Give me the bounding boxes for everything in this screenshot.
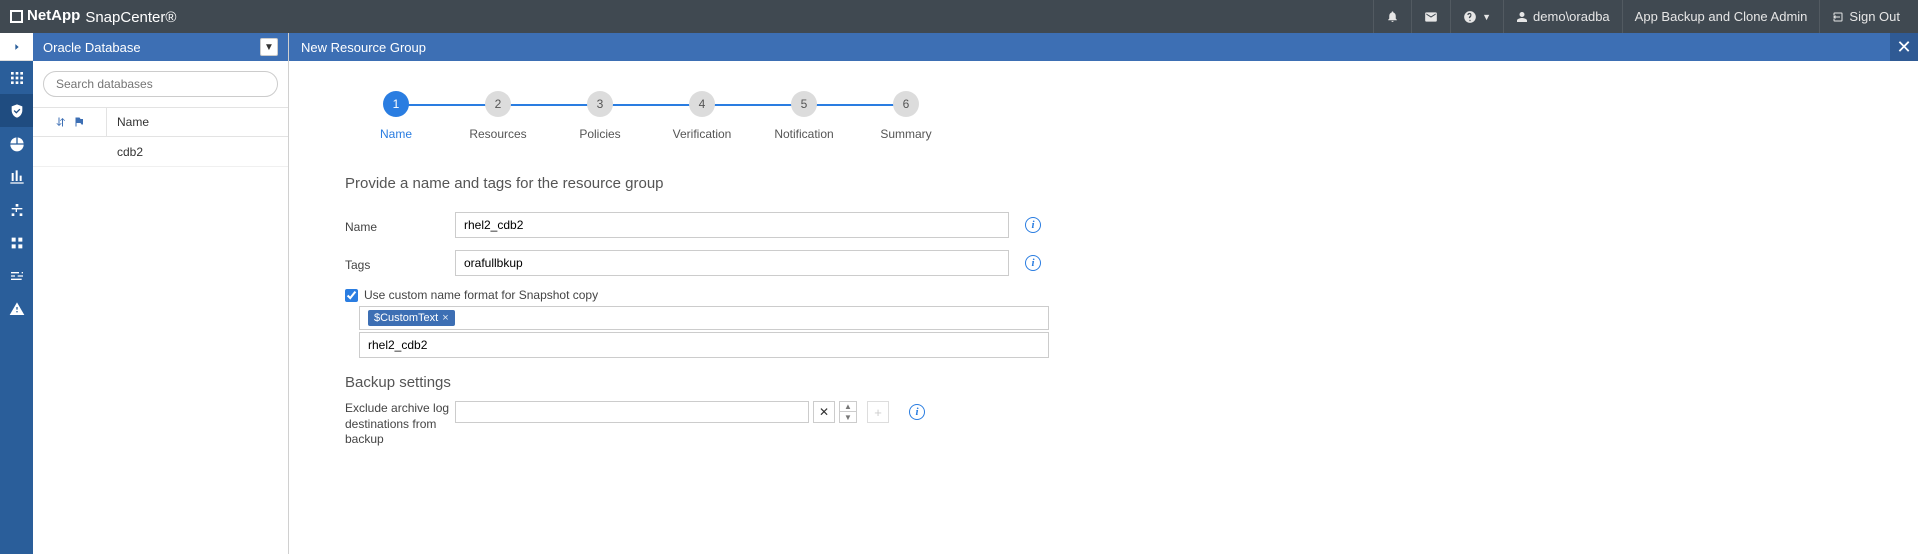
- hierarchy-icon: [9, 202, 25, 218]
- main-title: New Resource Group: [301, 40, 426, 55]
- custom-tag-box[interactable]: $CustomText ×: [359, 306, 1049, 330]
- custom-tag-chip[interactable]: $CustomText ×: [368, 310, 455, 326]
- custom-format-label: Use custom name format for Snapshot copy: [364, 288, 598, 302]
- main-header: New Resource Group ✕: [289, 33, 1918, 61]
- nav-alerts[interactable]: [0, 292, 33, 325]
- form-heading: Provide a name and tags for the resource…: [345, 175, 1862, 192]
- name-label: Name: [345, 216, 455, 234]
- step-policies[interactable]: 3Policies: [549, 91, 651, 141]
- storage-icon: [9, 235, 25, 251]
- search-input[interactable]: [43, 71, 278, 97]
- step-notification[interactable]: 5Notification: [753, 91, 855, 141]
- brand: NetApp SnapCenter®: [6, 7, 176, 26]
- grid-icon: [9, 70, 25, 86]
- custom-name-input[interactable]: [359, 332, 1049, 358]
- pie-icon: [9, 136, 25, 152]
- search-wrap: [33, 61, 288, 107]
- remove-tag-icon[interactable]: ×: [442, 312, 448, 324]
- help-button[interactable]: ▼: [1450, 0, 1503, 33]
- tags-label: Tags: [345, 254, 455, 272]
- nav-hosts[interactable]: [0, 193, 33, 226]
- nav-monitor[interactable]: [0, 127, 33, 160]
- tags-info-icon[interactable]: i: [1025, 255, 1041, 271]
- custom-format-checkbox[interactable]: [345, 289, 358, 302]
- resource-panel-header: Oracle Database ▼: [33, 33, 288, 61]
- user-icon: [1516, 11, 1528, 23]
- bell-icon: [1386, 10, 1399, 23]
- nav-settings[interactable]: [0, 259, 33, 292]
- chevron-down-icon: ▼: [1482, 12, 1491, 22]
- resource-scope: Oracle Database: [43, 40, 141, 55]
- user-button[interactable]: demo\oradba: [1503, 0, 1622, 33]
- role-label[interactable]: App Backup and Clone Admin: [1622, 0, 1820, 33]
- signout-icon: [1832, 11, 1844, 23]
- nav-toggle[interactable]: [0, 33, 33, 61]
- stepper-down-icon[interactable]: ▼: [840, 412, 856, 422]
- nav-reports[interactable]: [0, 160, 33, 193]
- nav-dashboard[interactable]: [0, 61, 33, 94]
- resource-name: cdb2: [107, 145, 288, 159]
- nav-rail: [0, 33, 33, 554]
- alert-icon: [9, 301, 25, 317]
- resource-grid-header: Name: [33, 107, 288, 137]
- sort-controls[interactable]: [33, 108, 107, 136]
- nav-storage[interactable]: [0, 226, 33, 259]
- flag-icon: [73, 116, 85, 128]
- chevron-right-icon: [12, 42, 22, 52]
- wizard-steps: 1Name 2Resources 3Policies 4Verification…: [345, 91, 1862, 141]
- resource-row[interactable]: cdb2: [33, 137, 288, 167]
- main-area: New Resource Group ✕ 1Name 2Resources 3P…: [289, 33, 1918, 554]
- help-icon: [1463, 10, 1477, 24]
- step-summary[interactable]: 6Summary: [855, 91, 957, 141]
- top-bar: NetApp SnapCenter® ▼ demo\oradba App Bac…: [0, 0, 1918, 33]
- name-info-icon[interactable]: i: [1025, 217, 1041, 233]
- scope-dropdown[interactable]: ▼: [260, 38, 278, 56]
- tags-input[interactable]: [455, 250, 1009, 276]
- exclude-clear-button[interactable]: ✕: [813, 401, 835, 423]
- bars-icon: [9, 169, 25, 185]
- netapp-logo-icon: [10, 10, 23, 23]
- exclude-stepper[interactable]: ▲ ▼: [839, 401, 857, 423]
- name-input[interactable]: [455, 212, 1009, 238]
- step-resources[interactable]: 2Resources: [447, 91, 549, 141]
- notifications-button[interactable]: [1373, 0, 1411, 33]
- shield-check-icon: [9, 103, 25, 119]
- resource-panel: Oracle Database ▼ Name cdb2: [33, 33, 289, 554]
- brand-name: NetApp: [27, 7, 80, 24]
- brand-logo: NetApp: [10, 7, 80, 24]
- column-name-header[interactable]: Name: [107, 115, 288, 129]
- mail-icon: [1424, 10, 1438, 24]
- stepper-up-icon[interactable]: ▲: [840, 402, 856, 412]
- backup-settings-heading: Backup settings: [345, 374, 1862, 391]
- signout-button[interactable]: Sign Out: [1819, 0, 1912, 33]
- sort-icon: [55, 116, 67, 128]
- exclude-info-icon[interactable]: i: [909, 404, 925, 420]
- step-verification[interactable]: 4Verification: [651, 91, 753, 141]
- nav-resources[interactable]: [0, 94, 33, 127]
- user-label: demo\oradba: [1533, 9, 1610, 24]
- product-name: SnapCenter®: [85, 9, 176, 26]
- signout-label: Sign Out: [1849, 9, 1900, 24]
- close-button[interactable]: ✕: [1890, 33, 1918, 61]
- sliders-icon: [9, 268, 25, 284]
- step-name[interactable]: 1Name: [345, 91, 447, 141]
- exclude-label: Exclude archive log destinations from ba…: [345, 401, 455, 448]
- mail-button[interactable]: [1411, 0, 1450, 33]
- exclude-select[interactable]: [455, 401, 809, 423]
- exclude-add-button[interactable]: +: [867, 401, 889, 423]
